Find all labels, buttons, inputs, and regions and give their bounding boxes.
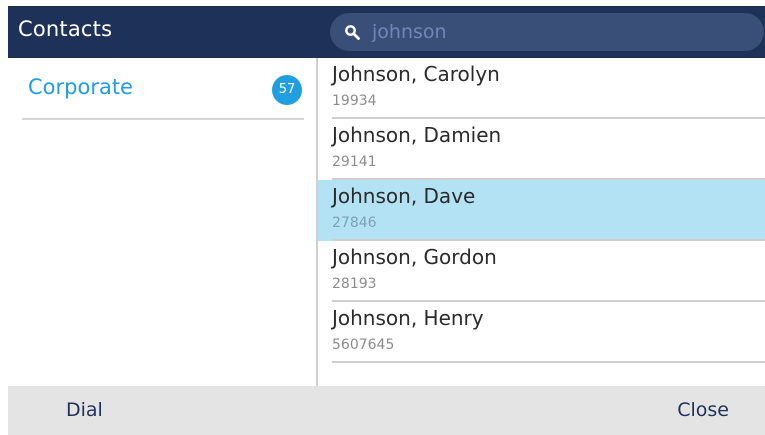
sidebar-item-label: Corporate (28, 75, 133, 99)
sidebar: Corporate 57 (8, 58, 318, 386)
contact-number: 29141 (332, 154, 377, 170)
contact-name: Johnson, Dave (332, 184, 476, 208)
contact-name: Johnson, Gordon (332, 245, 497, 269)
softkey-bar: Dial Close (8, 386, 765, 435)
contact-name: Johnson, Henry (332, 306, 484, 330)
title-bar: Contacts johnson (8, 6, 765, 58)
contact-name: Johnson, Carolyn (332, 62, 500, 86)
search-input[interactable]: johnson (330, 13, 764, 51)
contact-number: 27846 (332, 215, 377, 231)
contact-row[interactable]: Johnson, Damien 29141 (318, 119, 765, 180)
contact-number: 5607645 (332, 337, 395, 353)
contact-row-selected[interactable]: Johnson, Dave 27846 (318, 180, 765, 241)
contact-number: 19934 (332, 93, 377, 109)
contact-name: Johnson, Damien (332, 123, 502, 147)
count-badge: 57 (272, 75, 302, 105)
sidebar-item-corporate[interactable]: Corporate 57 (22, 58, 304, 120)
contact-row[interactable]: Johnson, Carolyn 19934 (318, 58, 765, 119)
page-title: Contacts (18, 17, 113, 41)
search-query: johnson (372, 21, 447, 43)
row-divider (332, 361, 765, 363)
contact-row[interactable]: Johnson, Gordon 28193 (318, 241, 765, 302)
contacts-screen: Contacts johnson Corporate 57 Johnson, C… (8, 6, 765, 435)
contact-list: Johnson, Carolyn 19934 Johnson, Damien 2… (318, 58, 765, 386)
contact-row[interactable]: Johnson, Henry 5607645 (318, 302, 765, 363)
close-button[interactable]: Close (677, 399, 729, 421)
dial-button[interactable]: Dial (66, 399, 103, 421)
contact-number: 28193 (332, 276, 377, 292)
search-icon (344, 24, 360, 40)
